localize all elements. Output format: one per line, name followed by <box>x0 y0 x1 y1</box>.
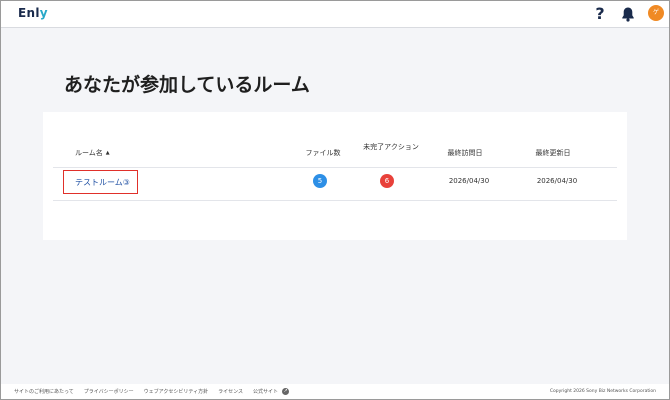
page-title: あなたが参加しているルーム <box>64 74 310 96</box>
app-logo[interactable]: Enly <box>18 6 48 20</box>
footer-link-terms[interactable]: サイトのご利用にあたって <box>14 388 74 395</box>
help-icon[interactable]: ? <box>593 4 607 24</box>
sort-ascending-icon: ▲ <box>105 150 110 156</box>
footer-links: サイトのご利用にあたって プライバシーポリシー ウェブアクセシビリティ方針 ライ… <box>14 388 290 395</box>
last-updated-date: 2026/04/30 <box>536 177 578 185</box>
footer-link-license[interactable]: ライセンス <box>218 388 243 395</box>
rooms-card: ルーム名 ▲ ファイル数 未完了アクション 最終訪問日 最終更新日 テストルーム③… <box>43 112 627 240</box>
column-header-label: ルーム名 <box>75 149 103 157</box>
logo-accent: y <box>39 6 48 20</box>
header-divider <box>53 167 617 168</box>
column-header-last-updated: 最終更新日 <box>535 149 571 157</box>
footer-link-privacy[interactable]: プライバシーポリシー <box>84 388 134 395</box>
column-header-pending-actions: 未完了アクション <box>363 143 419 151</box>
top-bar: Enly ? ゲ <box>0 0 670 28</box>
file-count-badge: 5 <box>313 174 327 188</box>
logo-text: Enl <box>18 6 40 20</box>
user-avatar[interactable]: ゲ <box>648 5 664 21</box>
footer: サイトのご利用にあたって プライバシーポリシー ウェブアクセシビリティ方針 ライ… <box>0 384 670 400</box>
footer-link-official-site[interactable]: 公式サイト <box>253 388 278 395</box>
pending-actions-badge: 6 <box>380 174 394 188</box>
column-header-last-visit: 最終訪問日 <box>447 149 483 157</box>
copyright: Copyright 2026 Sony Biz Networks Corpora… <box>549 389 656 394</box>
room-name-cell: テストルーム③ <box>63 170 138 194</box>
footer-link-accessibility[interactable]: ウェブアクセシビリティ方針 <box>144 388 208 395</box>
external-link-icon: ↗ <box>282 388 290 395</box>
last-visit-date: 2026/04/30 <box>448 177 490 185</box>
bell-icon[interactable] <box>620 6 636 22</box>
column-header-room-name[interactable]: ルーム名 ▲ <box>75 149 110 158</box>
row-divider <box>53 200 617 201</box>
column-header-file-count: ファイル数 <box>305 149 341 157</box>
room-link[interactable]: テストルーム③ <box>75 177 130 188</box>
